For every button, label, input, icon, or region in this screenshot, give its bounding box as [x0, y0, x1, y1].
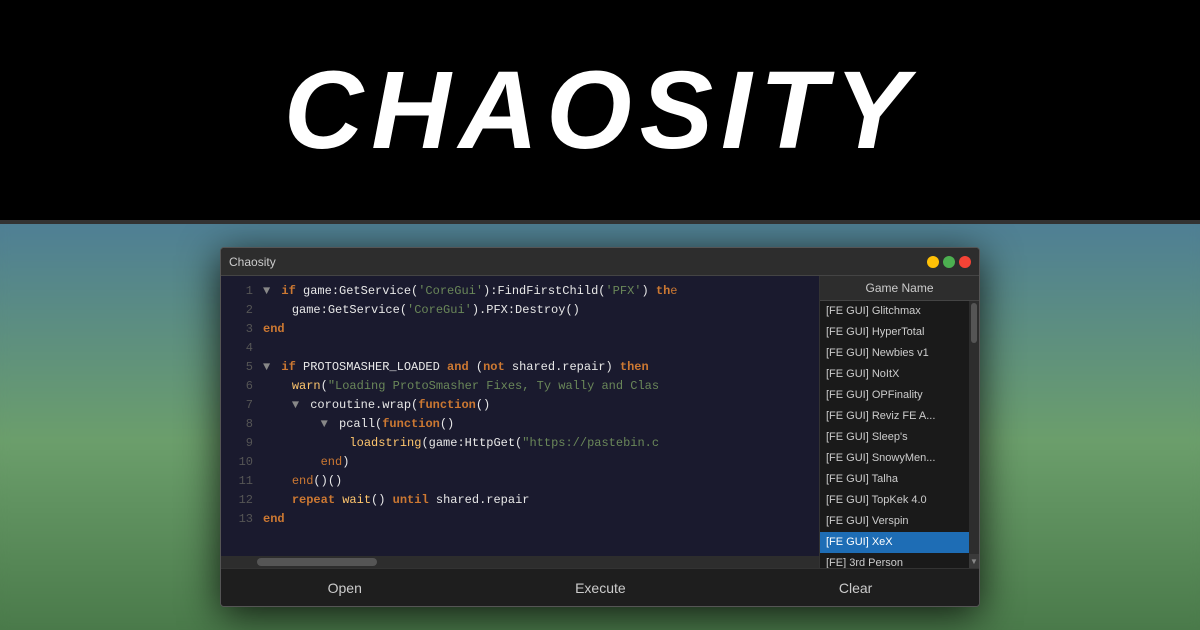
game-item[interactable]: [FE GUI] Sleep's [820, 427, 979, 448]
close-button[interactable] [959, 256, 971, 268]
game-item[interactable]: [FE GUI] Newbies v1 [820, 343, 979, 364]
top-banner: CHAOSITY [0, 0, 1200, 220]
code-editor[interactable]: 1 2 3 4 5 6 7 8 9 10 11 12 13 [221, 276, 819, 568]
open-button[interactable]: Open [308, 576, 382, 600]
game-item[interactable]: [FE GUI] Glitchmax [820, 301, 979, 322]
game-item[interactable]: [FE] 3rd Person [820, 553, 979, 568]
code-line-1: ▼ if game:GetService('CoreGui'):FindFirs… [263, 282, 819, 301]
panel-scroll-thumb[interactable] [971, 303, 977, 343]
game-item[interactable]: [FE GUI] HyperTotal [820, 322, 979, 343]
panel-scroll-down-arrow[interactable]: ▼ [969, 554, 979, 568]
game-panel-header: Game Name [820, 276, 979, 301]
game-item[interactable]: [FE GUI] OPFinality [820, 385, 979, 406]
content-area: Chaosity 1 2 3 4 5 6 7 [0, 224, 1200, 630]
window-title: Chaosity [229, 255, 276, 269]
game-item[interactable]: [FE GUI] Verspin [820, 511, 979, 532]
code-line-11: end()() [263, 472, 819, 491]
code-scrollbar[interactable] [221, 556, 819, 568]
title-bar: Chaosity [221, 248, 979, 276]
game-item[interactable]: [FE GUI] SnowyMen... [820, 448, 979, 469]
code-line-13: end [263, 510, 819, 529]
code-lines: ▼ if game:GetService('CoreGui'):FindFirs… [257, 282, 819, 550]
maximize-button[interactable] [943, 256, 955, 268]
code-line-12: repeat wait() until shared.repair [263, 491, 819, 510]
code-line-10: end) [263, 453, 819, 472]
game-item[interactable]: [FE GUI] NoItX [820, 364, 979, 385]
execute-button[interactable]: Execute [555, 576, 646, 600]
logo-text: CHAOSITY [284, 47, 916, 174]
window-body: 1 2 3 4 5 6 7 8 9 10 11 12 13 [221, 276, 979, 568]
game-item[interactable]: [FE GUI] TopKek 4.0 [820, 490, 979, 511]
code-line-9: loadstring(game:HttpGet("https://pastebi… [263, 434, 819, 453]
game-item-selected[interactable]: [FE GUI] XeX [820, 532, 979, 553]
game-item[interactable]: [FE GUI] Reviz FE A... [820, 406, 979, 427]
app-window: Chaosity 1 2 3 4 5 6 7 [220, 247, 980, 607]
code-line-4 [263, 339, 819, 358]
line-numbers: 1 2 3 4 5 6 7 8 9 10 11 12 13 [221, 282, 257, 550]
panel-scrollbar[interactable]: ▼ [969, 301, 979, 568]
code-line-5: ▼ if PROTOSMASHER_LOADED and (not shared… [263, 358, 819, 377]
banner-border [0, 220, 1200, 224]
window-controls [927, 256, 971, 268]
code-line-3: end [263, 320, 819, 339]
clear-button[interactable]: Clear [819, 576, 892, 600]
game-list[interactable]: [FE GUI] Glitchmax [FE GUI] HyperTotal [… [820, 301, 979, 568]
code-content: 1 2 3 4 5 6 7 8 9 10 11 12 13 [221, 276, 819, 556]
code-line-8: ▼ pcall(function() [263, 415, 819, 434]
minimize-button[interactable] [927, 256, 939, 268]
game-item[interactable]: [FE GUI] Talha [820, 469, 979, 490]
code-line-7: ▼ coroutine.wrap(function() [263, 396, 819, 415]
scrollbar-thumb[interactable] [257, 558, 377, 566]
bottom-bar: Open Execute Clear [221, 568, 979, 606]
game-panel: Game Name [FE GUI] Glitchmax [FE GUI] Hy… [819, 276, 979, 568]
code-line-2: game:GetService('CoreGui').PFX:Destroy() [263, 301, 819, 320]
code-line-6: warn("Loading ProtoSmasher Fixes, Ty wal… [263, 377, 819, 396]
